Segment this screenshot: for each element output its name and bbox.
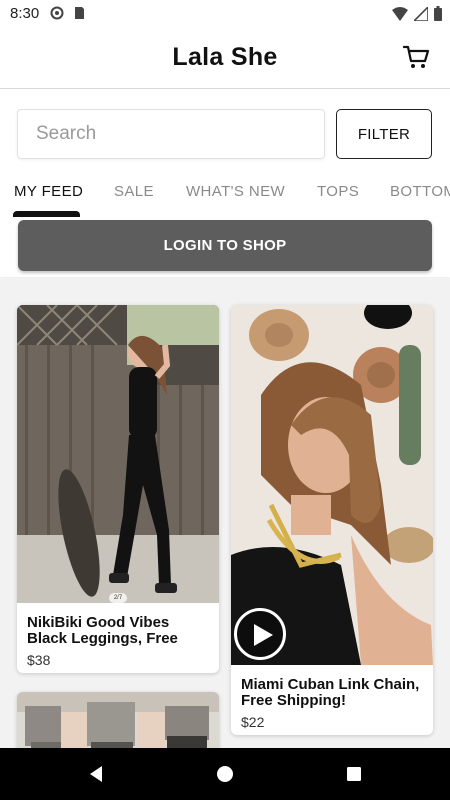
back-triangle-icon[interactable] [84,762,108,786]
cart-icon[interactable] [402,43,430,71]
product-price: $38 [27,652,51,668]
sync-icon [50,6,64,20]
status-time: 8:30 [10,5,40,22]
play-icon [254,624,273,646]
battery-icon [434,6,442,21]
tab-my-feed[interactable]: MY FEED [14,183,83,200]
product-image[interactable] [17,305,219,603]
product-title[interactable]: Miami Cuban Link Chain, Free Shipping! [241,677,425,709]
app-title: Lala She [172,43,278,71]
play-video-button[interactable] [234,608,286,660]
sd-card-icon [75,7,84,19]
tab-tops[interactable]: TOPS [317,183,359,200]
product-feed: 2/7 NikiBiki Good Vibes Black Leggings, … [0,278,450,748]
image-counter: 2/7 [109,593,127,603]
filter-button[interactable]: FILTER [336,109,432,159]
status-right-icons [392,6,442,21]
product-card[interactable] [17,692,219,748]
system-nav-bar [0,748,450,800]
app-header: Lala She [0,28,450,89]
status-left-icons [50,6,86,20]
product-price: $22 [241,714,265,730]
wifi-icon [392,6,408,21]
signal-icon [414,6,428,21]
product-card[interactable]: 2/7 NikiBiki Good Vibes Black Leggings, … [17,305,219,673]
tab-whats-new[interactable]: WHAT'S NEW [186,183,285,200]
tab-sale[interactable]: SALE [114,183,154,200]
search-input[interactable] [17,109,325,159]
login-banner: LOGIN TO SHOP [0,217,450,277]
recents-square-icon[interactable] [342,762,366,786]
status-bar: 8:30 [0,0,450,28]
product-title[interactable]: NikiBiki Good Vibes Black Leggings, Free [27,615,211,647]
product-card[interactable]: Miami Cuban Link Chain, Free Shipping! $… [231,305,433,735]
tab-bottoms[interactable]: BOTTOMS [390,183,450,200]
product-image[interactable] [17,692,219,748]
home-circle-icon[interactable] [213,762,237,786]
login-to-shop-button[interactable]: LOGIN TO SHOP [18,220,432,271]
search-row: FILTER [0,89,450,175]
